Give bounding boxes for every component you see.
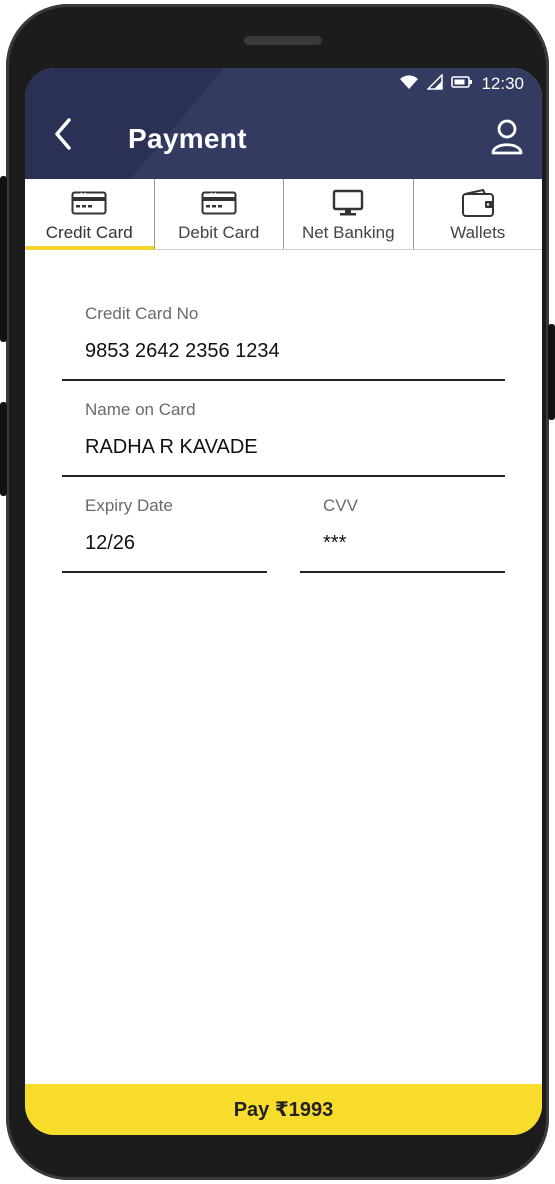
wifi-icon <box>399 74 419 95</box>
status-time: 12:30 <box>481 74 524 93</box>
signal-icon <box>426 72 444 95</box>
active-tab-indicator <box>25 246 154 250</box>
profile-button[interactable] <box>490 118 524 156</box>
volume-button <box>0 176 7 342</box>
tab-label: Net Banking <box>301 223 395 242</box>
name-label: Name on Card <box>85 400 196 419</box>
credit-card-icon <box>71 189 107 217</box>
tab-label: Debit Card <box>178 223 260 242</box>
back-button[interactable] <box>49 116 79 152</box>
debit-card-icon <box>201 189 237 217</box>
tab-label: Credit Card <box>45 223 133 242</box>
tab-label: Wallets <box>450 223 506 242</box>
battery-icon <box>451 75 473 94</box>
app-screen: 12:30 Payment Credit Card Debit Card Net… <box>25 68 542 1135</box>
status-bar: 12:30 <box>399 72 524 96</box>
phone-frame: 12:30 Payment Credit Card Debit Card Net… <box>0 4 555 1180</box>
page-title: Payment <box>128 123 247 154</box>
name-input[interactable] <box>85 436 498 459</box>
power-button <box>548 324 555 420</box>
tab-wallets[interactable]: Wallets <box>414 179 543 249</box>
user-icon <box>491 119 523 155</box>
cvv-input[interactable] <box>323 532 498 555</box>
pay-button-label: Pay ₹1993 <box>233 1099 334 1121</box>
expiry-field: Expiry Date <box>62 496 267 573</box>
pay-button[interactable]: Pay ₹1993 <box>25 1084 542 1135</box>
app-header: 12:30 Payment <box>25 68 542 179</box>
name-field: Name on Card <box>62 400 505 477</box>
monitor-icon <box>332 189 364 217</box>
card-number-field: Credit Card No <box>62 304 505 381</box>
chevron-left-icon <box>55 118 71 150</box>
tab-credit-card[interactable]: Credit Card <box>25 179 155 250</box>
cvv-label: CVV <box>323 496 358 515</box>
speaker-grille <box>244 36 322 45</box>
card-number-label: Credit Card No <box>85 304 199 323</box>
side-button <box>0 402 7 496</box>
card-number-input[interactable] <box>85 340 498 363</box>
expiry-input[interactable] <box>85 532 260 555</box>
cvv-field: CVV <box>300 496 505 573</box>
payment-method-tabs: Credit Card Debit Card Net Banking Walle… <box>25 179 542 250</box>
wallet-icon <box>461 188 495 217</box>
tab-debit-card[interactable]: Debit Card <box>155 179 284 249</box>
tab-net-banking[interactable]: Net Banking <box>284 179 414 249</box>
expiry-label: Expiry Date <box>85 496 173 515</box>
